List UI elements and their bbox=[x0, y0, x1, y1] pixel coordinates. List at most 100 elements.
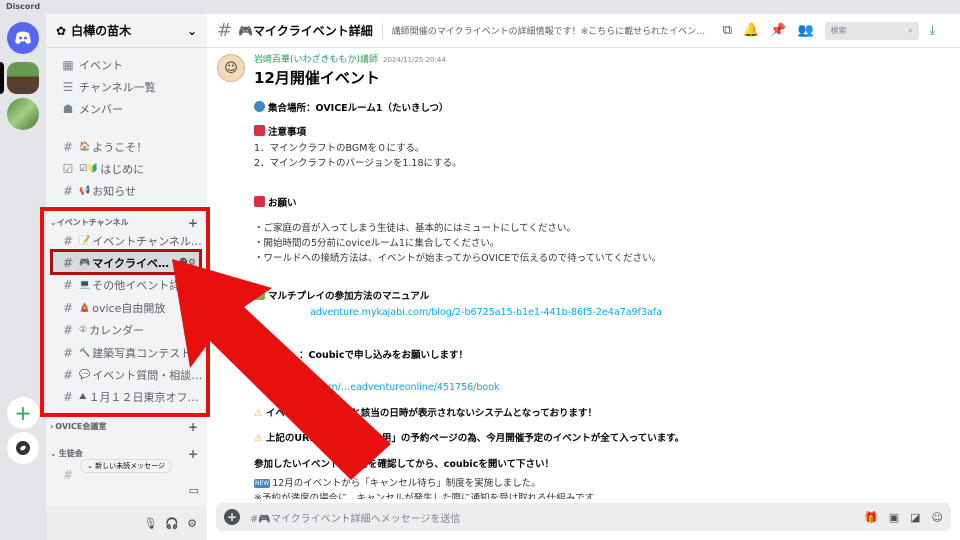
app-titlebar: Discord bbox=[0, 0, 960, 14]
gear-icon[interactable]: ⚙ bbox=[187, 517, 197, 530]
hash-icon: # bbox=[62, 139, 74, 154]
new-unread-pill[interactable]: ⌄ 新しい未読メッセージ bbox=[80, 459, 172, 473]
gif-icon[interactable]: ▣ bbox=[889, 511, 899, 524]
sticker-icon[interactable]: ◪ bbox=[910, 511, 920, 524]
check-line: 参加したいイベントの日時を確認してから、coubicを開いて下さい！ bbox=[254, 459, 555, 470]
server-icon-forest[interactable] bbox=[7, 98, 39, 130]
emoji-icon[interactable]: ☺ bbox=[932, 511, 943, 524]
message-heading: 12月開催イベント bbox=[254, 69, 380, 87]
channel-title: 🎮マイクライベント詳細 bbox=[238, 24, 373, 38]
category-ovice[interactable]: › OVICE会議室 + bbox=[50, 420, 202, 434]
gear-icon[interactable]: ☻⚙ bbox=[179, 258, 196, 268]
hash-icon: # bbox=[62, 255, 74, 270]
message-timestamp: 2024/11/25 20:44 bbox=[383, 56, 446, 64]
add-attachment-icon[interactable]: + bbox=[224, 509, 240, 525]
manual-link[interactable]: adventure.mykajabi.com/blog/2-b6725a15-b… bbox=[310, 307, 662, 318]
headphones-icon[interactable]: 🎧 bbox=[165, 517, 179, 530]
check-box-icon bbox=[254, 289, 265, 300]
warning-icon: ⚠ bbox=[254, 408, 266, 419]
hash-icon: # bbox=[62, 300, 74, 315]
channel-ovice-open[interactable]: # 🛕 ovice自由開放 bbox=[55, 297, 202, 318]
gift-icon[interactable]: 🎁 bbox=[864, 511, 878, 524]
download-icon[interactable]: ⤓ bbox=[930, 23, 936, 38]
channel-other-events[interactable]: # 💻 その他イベント詳 bbox=[55, 274, 202, 295]
rules-icon: ☑ bbox=[62, 161, 74, 176]
message-input[interactable]: + #🎮マイクライベント詳細へメッセージを送信 🎁 ▣ ◪ ☺ bbox=[216, 503, 951, 531]
hash-icon: # bbox=[62, 367, 74, 382]
new-badge: NEW bbox=[254, 479, 271, 488]
chat-area: # 🎮マイクライベント詳細 講師開催のマイクライベントの詳細情報です！※こちらに… bbox=[207, 14, 960, 540]
sidebar-item-members[interactable]: ☗ メンバー bbox=[55, 98, 202, 119]
category-student-council[interactable]: ⌄ 生徒会 + bbox=[50, 447, 202, 461]
chevron-right-icon: › bbox=[50, 422, 54, 431]
warning-light-icon bbox=[254, 125, 265, 136]
threads-icon[interactable]: ⧉ bbox=[723, 23, 732, 38]
request-line: ・ワールドへの接続方法は、イベントが始まってからOVICEで伝えるので待っていて… bbox=[254, 253, 662, 264]
meeting-place: 集合場所：OVICEルーム1（たいきしつ） bbox=[254, 100, 448, 114]
hash-icon: # bbox=[62, 277, 74, 292]
channel-header: # 🎮マイクライベント詳細 講師開催のマイクライベントの詳細情報です！※こちらに… bbox=[207, 14, 960, 48]
calendar-icon: ▦ bbox=[62, 57, 74, 72]
screen-share-icon[interactable]: ▭ bbox=[189, 484, 199, 497]
microphone-icon[interactable]: 🎙 bbox=[143, 517, 157, 530]
note-line: 1．マインクラフトのBGMを０にする。 bbox=[254, 143, 425, 154]
add-server-icon[interactable]: + bbox=[7, 397, 39, 429]
discord-home-icon[interactable] bbox=[7, 22, 39, 54]
server-rail: + bbox=[0, 14, 46, 540]
channel-tokyo-offline[interactable]: # ⛰ １月１２日東京オフ… bbox=[55, 386, 202, 407]
bell-icon[interactable]: 🔔 bbox=[743, 23, 759, 38]
channel-getting-started[interactable]: ☑ ☑🔰 はじめに bbox=[55, 158, 202, 179]
message-author[interactable]: 岩崎百華(いわざきももか)講師 2024/11/25 20:44 bbox=[254, 52, 446, 65]
request-title: お願い bbox=[254, 195, 297, 209]
server-shield-icon: ✿ bbox=[56, 23, 67, 38]
channel-calendar[interactable]: # ① カレンダー bbox=[55, 319, 202, 340]
channel-topic[interactable]: 講師開催のマイクライベントの詳細情報です！※こちらに載せられたイベント… bbox=[392, 24, 714, 37]
hash-icon: # bbox=[62, 389, 74, 404]
warning-icon: ⚠ bbox=[254, 433, 266, 444]
add-channel-icon[interactable]: + bbox=[188, 447, 198, 461]
search-input[interactable]: 検索 ⌕ bbox=[824, 21, 919, 40]
hash-icon: # bbox=[62, 322, 74, 337]
add-channel-icon[interactable]: + bbox=[188, 420, 198, 434]
list-icon: ☰ bbox=[62, 79, 74, 94]
hash-icon: # bbox=[217, 20, 233, 41]
members-icon[interactable]: 👥 bbox=[797, 23, 813, 38]
sidebar-item-channel-list[interactable]: ☰ チャンネル一覧 bbox=[55, 76, 202, 97]
explore-icon[interactable] bbox=[7, 432, 39, 464]
cut-line: ※予約が満席の場合に、キャンセルが発生した際に通知を受け取れる仕組みです bbox=[254, 493, 595, 499]
apply-title: ：Coubicで申し込みをお願いします！ bbox=[299, 350, 468, 361]
sidebar-item-events[interactable]: ▦ イベント bbox=[55, 54, 202, 75]
channel-announcements[interactable]: # 📢 お知らせ bbox=[55, 180, 202, 201]
channel-event-questions[interactable]: # 💬 イベント質問・相談… bbox=[55, 364, 202, 385]
channel-minecraft-event-selected[interactable]: # 🎮 マイクライベ… ☻⚙ bbox=[55, 252, 202, 273]
message-list: ☺ 岩崎百華(いわざきももか)講師 2024/11/25 20:44 12月開催イ… bbox=[207, 48, 960, 499]
server-icon-minecraft[interactable] bbox=[7, 62, 39, 94]
hash-icon: # bbox=[62, 467, 74, 482]
add-channel-icon[interactable]: + bbox=[188, 216, 198, 230]
apply-sub: ：int bbox=[269, 369, 291, 380]
search-icon: ⌕ bbox=[908, 25, 913, 35]
pin-icon[interactable]: 📌 bbox=[770, 23, 786, 38]
avatar[interactable]: ☺ bbox=[217, 54, 245, 82]
channel-build-contest[interactable]: # 🔨 建築写真コンテスト bbox=[55, 342, 202, 363]
members-icon: ☗ bbox=[62, 101, 74, 116]
user-panel: 🎙 🎧 ⚙ bbox=[46, 506, 207, 540]
hash-icon: # bbox=[62, 345, 74, 360]
server-name: 白樺の苗木 bbox=[71, 24, 132, 38]
channel-welcome[interactable]: # 🏠 ようこそ！ bbox=[55, 136, 202, 157]
note-line: 2．マインクラフトのバージョンを1.18にする。 bbox=[254, 158, 462, 169]
manual-title: マルチプレイの参加方法のマニュアル bbox=[254, 288, 429, 302]
apply-link[interactable]: tps://coubic.com/…eadventureonline/45175… bbox=[259, 382, 500, 393]
chevron-down-icon: ⌄ bbox=[186, 23, 197, 38]
divider bbox=[381, 22, 383, 39]
app-title: Discord bbox=[6, 2, 41, 11]
notes-title: 注意事項 bbox=[254, 124, 306, 138]
request-line: ・ご家庭の音が入ってしまう生徒は、基本的にはミュートにしてください。 bbox=[254, 223, 576, 234]
hash-icon: # bbox=[62, 183, 74, 198]
hash-icon: # bbox=[62, 233, 74, 248]
channel-event-list[interactable]: # 📝 イベントチャンネル… bbox=[55, 230, 202, 251]
category-event-channels[interactable]: ⌄ イベントチャンネル + bbox=[50, 216, 202, 230]
warning-line: ⚠ 上記のURL先は「イベント用」の予約ページの為、今月開催予定のイベントが全て… bbox=[254, 433, 685, 444]
server-header[interactable]: ✿ 白樺の苗木 ⌄ bbox=[46, 14, 207, 48]
request-line: ・開始時間の5分前にoviceルーム1に集合してください。 bbox=[254, 238, 500, 249]
